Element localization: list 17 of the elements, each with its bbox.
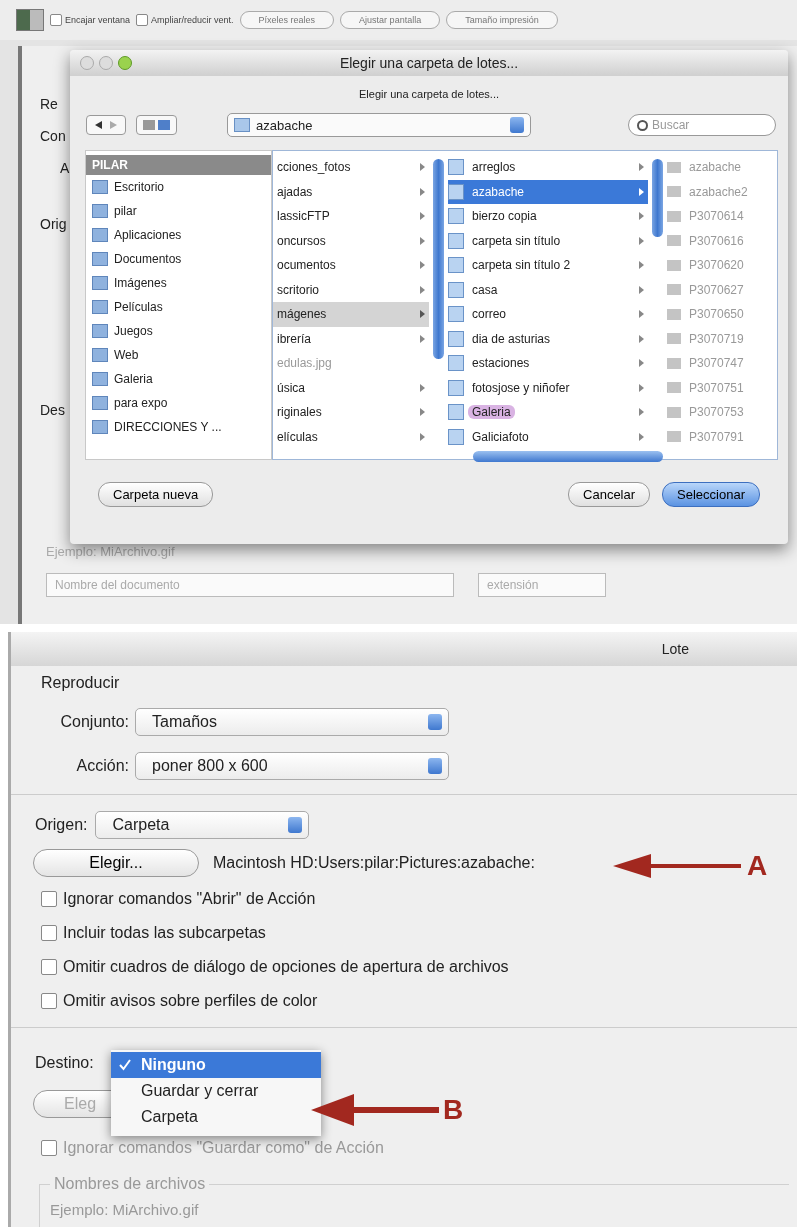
field-label: Conjunto: (59, 713, 129, 731)
field-label: Acción: (75, 757, 129, 775)
dialog-title: Elegir una carpeta de lotes... (339, 55, 519, 71)
folder-path: Macintosh HD:Users:pilar:Pictures:azabache: (213, 854, 535, 872)
field-label: Origen: (35, 816, 88, 834)
example-text: Ejemplo: MiArchivo.gif (50, 1201, 200, 1218)
partial-label: A (60, 160, 70, 176)
window-title: Lote (661, 641, 689, 657)
partial-label: Orig (40, 216, 67, 232)
annotation-letter: A (747, 850, 768, 882)
group-legend: Reproducir (19, 674, 789, 692)
partial-label: Re (40, 96, 58, 112)
field-label: Destino: (35, 1054, 94, 1072)
partial-label: Con (40, 128, 66, 144)
annotation-letter: B (443, 1094, 464, 1126)
partial-label: Des (40, 402, 65, 418)
dialog-prompt: Elegir una carpeta de lotes... (358, 88, 500, 100)
